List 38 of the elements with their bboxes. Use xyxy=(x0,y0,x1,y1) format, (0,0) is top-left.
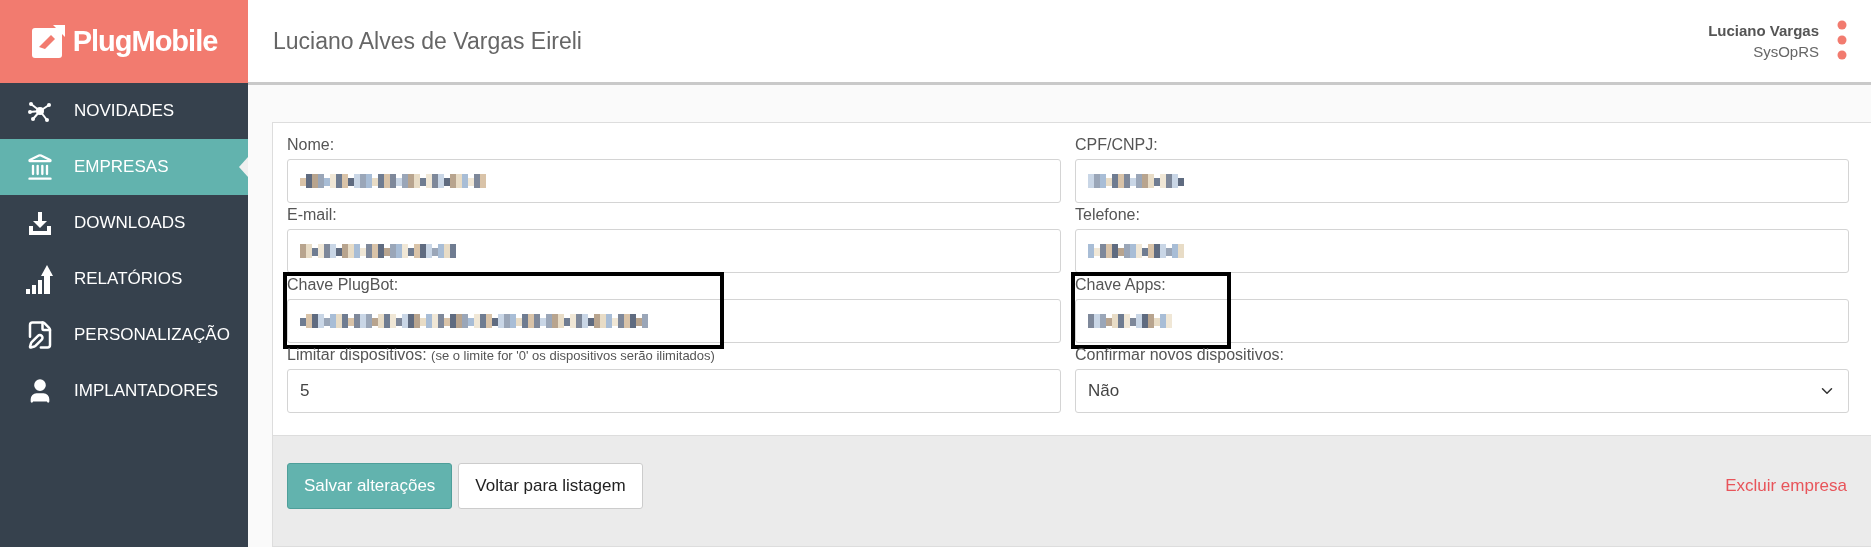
sidebar-item[interactable]: NOVIDADES xyxy=(0,83,248,139)
sidebar-item-label: NOVIDADES xyxy=(74,101,175,121)
kebab-menu-icon[interactable] xyxy=(1837,20,1847,62)
user-name: Luciano Vargas xyxy=(1708,22,1819,39)
field-label: Chave PlugBot: xyxy=(287,276,400,294)
input-field[interactable] xyxy=(1075,159,1849,203)
download-icon xyxy=(27,210,53,236)
brand-name: PlugMobile xyxy=(72,25,218,58)
field-label: Confirmar novos dispositivos: xyxy=(1075,346,1285,364)
sidebar-item-label: RELATÓRIOS xyxy=(74,269,183,289)
sidebar-item[interactable]: IMPLANTADORES xyxy=(0,363,248,419)
field-label: CPF/CNPJ: xyxy=(1075,136,1159,154)
input-field[interactable] xyxy=(1075,229,1849,273)
sidebar-item-label: DOWNLOADS xyxy=(74,213,186,233)
bank-icon xyxy=(26,153,54,181)
input-field[interactable] xyxy=(1075,299,1849,343)
sidebar-item-label: PERSONALIZAÇÃO xyxy=(74,325,230,345)
field-label: E-mail: xyxy=(287,206,338,224)
back-button[interactable]: Voltar para listagem xyxy=(458,463,643,509)
input-field[interactable] xyxy=(287,229,1061,273)
input-field[interactable] xyxy=(287,159,1061,203)
page-title: Luciano Alves de Vargas Eireli xyxy=(273,27,583,55)
bar-chart-icon xyxy=(25,263,55,295)
user-role: SysOpRS xyxy=(1753,43,1819,60)
sidebar-item[interactable]: PERSONALIZAÇÃO xyxy=(0,307,248,363)
field-label: Nome: xyxy=(287,136,336,154)
input-field[interactable]: 5 xyxy=(287,369,1061,413)
sidebar-item[interactable]: RELATÓRIOS xyxy=(0,251,248,307)
sidebar-item[interactable]: DOWNLOADS xyxy=(0,195,248,251)
sidebar-item-label: IMPLANTADORES xyxy=(74,381,219,401)
input-field[interactable] xyxy=(287,299,1061,343)
logo-icon xyxy=(30,24,65,59)
field-label: Chave Apps: xyxy=(1075,276,1167,294)
active-pointer-icon xyxy=(239,157,248,177)
field-label: Telefone: xyxy=(1075,206,1141,224)
field-label: Limitar dispositivos: (se o limite for '0' os dispositivos serão ilimitados) xyxy=(287,346,716,364)
select-field[interactable]: Não xyxy=(1075,369,1849,413)
sidebar-item-label: EMPRESAS xyxy=(74,157,169,177)
